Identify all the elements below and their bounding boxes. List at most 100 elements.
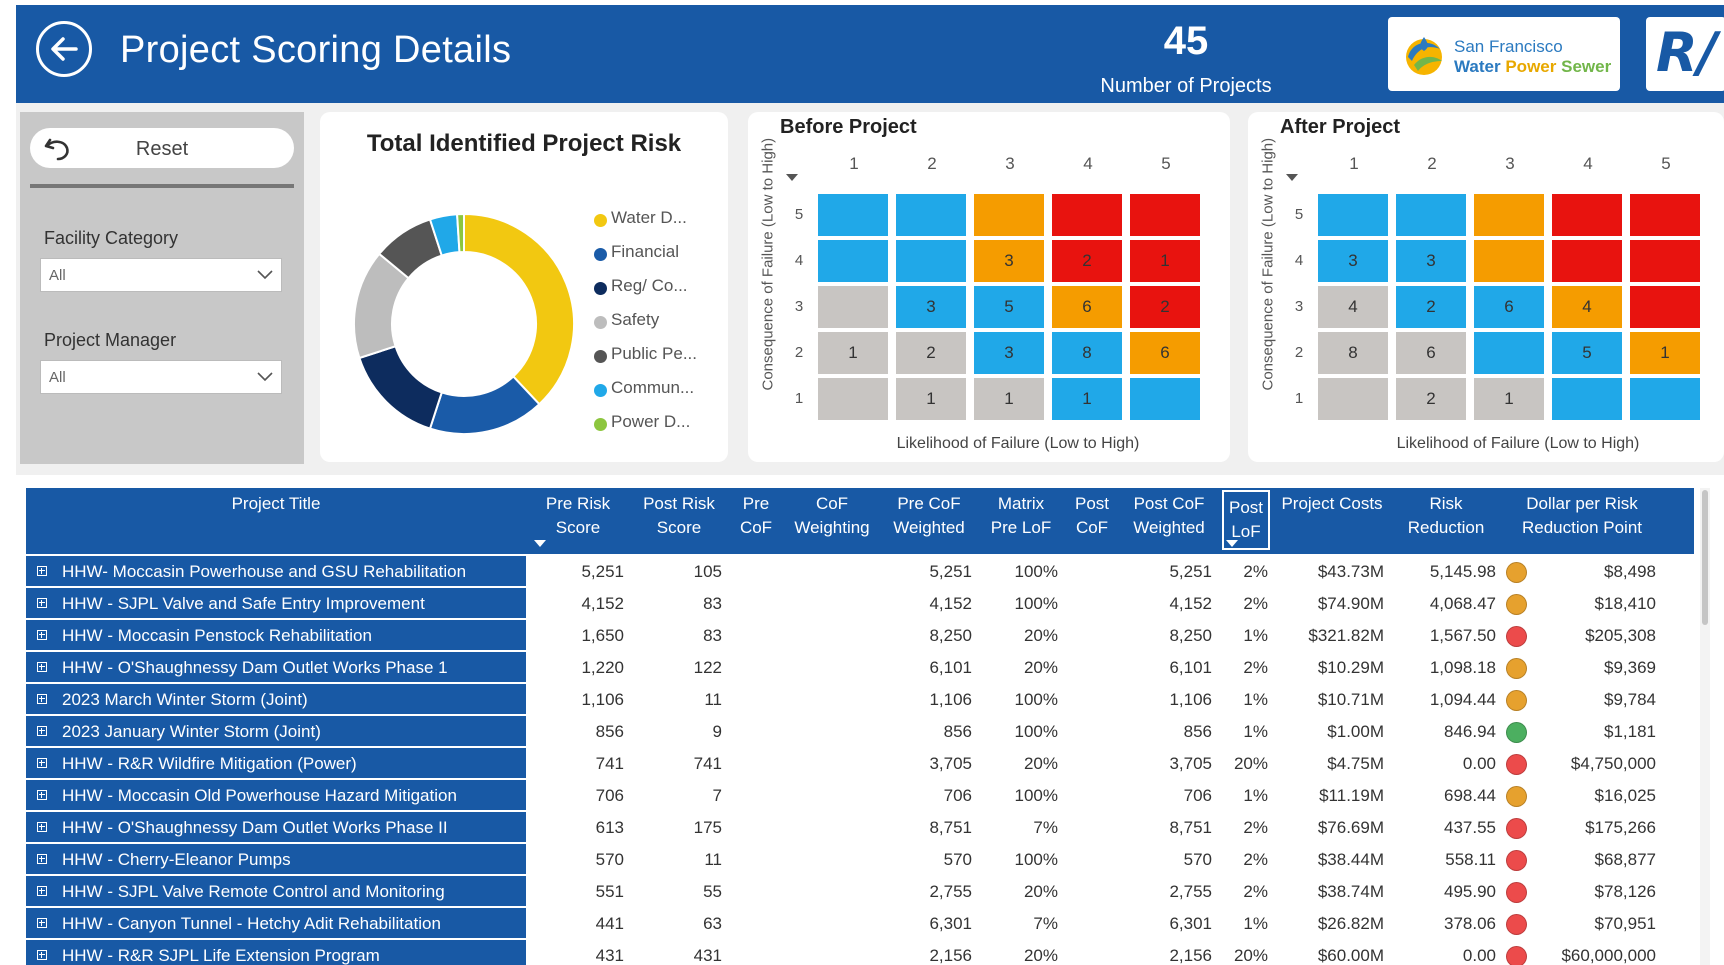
sort-arrow-icon[interactable] [786,174,798,181]
table-row[interactable]: HHW - R&R SJPL Life Extension Program 431… [26,940,1694,965]
matrix-cell[interactable]: 3 [896,286,966,328]
matrix-cell[interactable] [818,286,888,328]
column-header[interactable]: Matrix Pre LoF [978,488,1064,554]
matrix-cell[interactable] [896,194,966,236]
sort-arrow-icon[interactable] [1286,174,1298,181]
matrix-cell[interactable]: 2 [1052,240,1122,282]
matrix-cell[interactable]: 3 [1396,240,1466,282]
matrix-cell[interactable]: 1 [974,378,1044,420]
matrix-cell[interactable]: 2 [896,332,966,374]
matrix-cell[interactable] [1318,194,1388,236]
matrix-cell[interactable]: 1 [818,332,888,374]
matrix-cell[interactable]: 8 [1052,332,1122,374]
matrix-cell[interactable]: 2 [1396,378,1466,420]
expand-plus-icon[interactable] [37,790,47,800]
matrix-cell[interactable] [1552,378,1622,420]
expand-plus-icon[interactable] [37,662,47,672]
matrix-cell[interactable]: 5 [1552,332,1622,374]
matrix-cell[interactable] [1318,378,1388,420]
donut-slice[interactable] [358,344,444,430]
matrix-cell[interactable] [1630,286,1700,328]
matrix-cell[interactable] [1630,194,1700,236]
matrix-cell[interactable]: 1 [896,378,966,420]
matrix-cell[interactable]: 1 [1052,378,1122,420]
project-manager-select[interactable]: All [40,360,282,394]
matrix-cell[interactable] [1630,240,1700,282]
sort-indicator-icon[interactable] [1226,540,1238,547]
expand-plus-icon[interactable] [37,918,47,928]
matrix-cell[interactable]: 2 [1130,286,1200,328]
table-row[interactable]: HHW - Moccasin Old Powerhouse Hazard Mit… [26,780,1694,812]
donut-slice[interactable] [463,212,575,406]
matrix-cell[interactable] [818,240,888,282]
matrix-cell[interactable]: 6 [1474,286,1544,328]
expand-plus-icon[interactable] [37,886,47,896]
matrix-cell[interactable]: 3 [1318,240,1388,282]
matrix-cell[interactable]: 5 [974,286,1044,328]
column-header[interactable]: Pre CoF [728,488,784,554]
matrix-cell[interactable]: 8 [1318,332,1388,374]
column-header[interactable]: Project Costs [1274,488,1390,554]
table-row[interactable]: HHW - Canyon Tunnel - Hetchy Adit Rehabi… [26,908,1694,940]
matrix-cell[interactable]: 3 [974,332,1044,374]
column-header[interactable]: Dollar per Risk Reduction Point [1502,488,1662,554]
matrix-cell[interactable]: 6 [1052,286,1122,328]
expand-plus-icon[interactable] [37,694,47,704]
donut-slice[interactable] [456,212,465,254]
table-row[interactable]: HHW - SJPL Valve and Safe Entry Improvem… [26,588,1694,620]
table-row[interactable]: HHW - O'Shaughnessy Dam Outlet Works Pha… [26,652,1694,684]
table-row[interactable]: HHW- Moccasin Powerhouse and GSU Rehabil… [26,556,1694,588]
expand-plus-icon[interactable] [37,726,47,736]
matrix-cell[interactable] [1552,194,1622,236]
expand-plus-icon[interactable] [37,822,47,832]
column-header[interactable]: Project Title [26,488,526,554]
table-row[interactable]: 2023 March Winter Storm (Joint) 1,106 11 1,… [26,684,1694,716]
matrix-cell[interactable] [818,194,888,236]
table-row[interactable]: HHW - Moccasin Penstock Rehabilitation 1,… [26,620,1694,652]
matrix-cell[interactable] [1630,378,1700,420]
matrix-cell[interactable] [818,378,888,420]
table-scrollbar[interactable] [1700,488,1710,965]
column-header[interactable]: Post Risk Score [630,488,728,554]
expand-plus-icon[interactable] [37,758,47,768]
matrix-cell[interactable]: 4 [1318,286,1388,328]
column-header[interactable]: Pre CoF Weighted [880,488,978,554]
sort-indicator-icon[interactable] [534,540,546,547]
matrix-cell[interactable]: 6 [1130,332,1200,374]
matrix-cell[interactable] [1130,378,1200,420]
column-header[interactable]: CoF Weighting [784,488,880,554]
matrix-cell[interactable] [1130,194,1200,236]
scrollbar-thumb[interactable] [1702,490,1708,625]
expand-plus-icon[interactable] [37,630,47,640]
table-row[interactable]: 2023 January Winter Storm (Joint) 856 9 856… [26,716,1694,748]
table-row[interactable]: HHW - SJPL Valve Remote Control and Moni… [26,876,1694,908]
matrix-cell[interactable] [1052,194,1122,236]
matrix-cell[interactable]: 6 [1396,332,1466,374]
expand-plus-icon[interactable] [37,950,47,960]
expand-plus-icon[interactable] [37,566,47,576]
matrix-cell[interactable] [974,194,1044,236]
reset-button[interactable]: Reset [30,128,294,168]
column-header[interactable]: Post CoF Weighted [1120,488,1218,554]
facility-category-select[interactable]: All [40,258,282,292]
matrix-cell[interactable] [1552,240,1622,282]
column-header[interactable]: Risk Reduction [1390,488,1502,554]
matrix-cell[interactable]: 4 [1552,286,1622,328]
back-button[interactable] [36,21,92,77]
expand-plus-icon[interactable] [37,598,47,608]
expand-plus-icon[interactable] [37,854,47,864]
matrix-cell[interactable]: 3 [974,240,1044,282]
matrix-cell[interactable]: 2 [1396,286,1466,328]
matrix-cell[interactable]: 1 [1630,332,1700,374]
table-row[interactable]: HHW - R&R Wildfire Mitigation (Power) 741… [26,748,1694,780]
matrix-cell[interactable]: 1 [1130,240,1200,282]
matrix-cell[interactable] [1396,194,1466,236]
matrix-cell[interactable] [1474,194,1544,236]
table-row[interactable]: HHW - O'Shaughnessy Dam Outlet Works Pha… [26,812,1694,844]
matrix-cell[interactable]: 1 [1474,378,1544,420]
matrix-cell[interactable] [1474,240,1544,282]
matrix-cell[interactable] [1474,332,1544,374]
matrix-cell[interactable] [896,240,966,282]
column-header[interactable]: Post CoF [1064,488,1120,554]
table-row[interactable]: HHW - Cherry-Eleanor Pumps 570 11 570 100% 57… [26,844,1694,876]
